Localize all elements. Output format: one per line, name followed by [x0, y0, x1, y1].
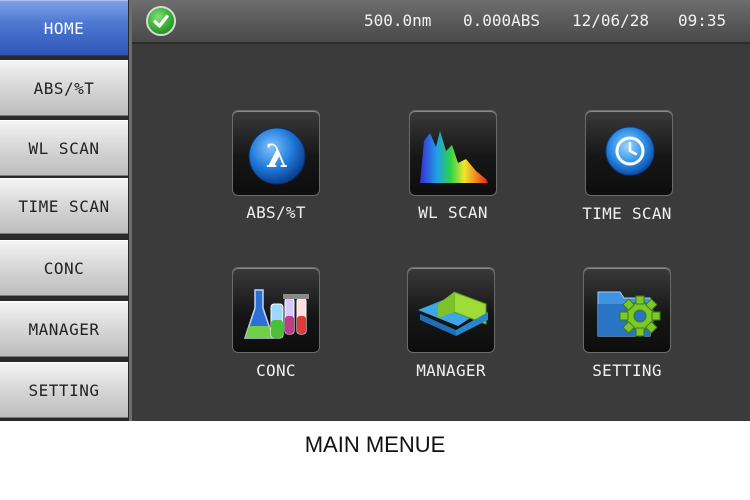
- sidebar-item-conc[interactable]: CONC: [0, 240, 128, 296]
- manager-button[interactable]: [407, 267, 495, 353]
- sidebar-item-abs-t[interactable]: ABS/%T: [0, 60, 128, 116]
- absorbance-readout: 0.000ABS: [463, 11, 541, 30]
- sidebar-item-label: TIME SCAN: [18, 196, 110, 216]
- tile-label-wl-scan: WL SCAN: [418, 203, 488, 222]
- wavelength-readout: 500.0nm: [364, 11, 432, 30]
- sidebar: HOME ABS/%T WL SCAN TIME SCAN CONC MANAG…: [0, 0, 132, 421]
- figure-caption: MAIN MENUE: [304, 432, 446, 457]
- sidebar-item-wl-scan[interactable]: WL SCAN: [0, 120, 128, 176]
- status-bar: 500.0nm 0.000ABS 12/06/28 09:35: [132, 0, 750, 44]
- time-readout: 09:35: [678, 11, 727, 30]
- spectrum-icon: [420, 131, 488, 183]
- abs-t-button[interactable]: λ: [232, 110, 320, 196]
- setting-button[interactable]: [583, 267, 671, 353]
- instrument-screen: HOME ABS/%T WL SCAN TIME SCAN CONC MANAG…: [0, 0, 750, 421]
- sidebar-item-time-scan[interactable]: TIME SCAN: [0, 178, 128, 234]
- sidebar-item-manager[interactable]: MANAGER: [0, 301, 128, 357]
- sidebar-item-home[interactable]: HOME: [0, 0, 128, 56]
- conc-button[interactable]: [232, 267, 320, 353]
- tile-label-setting: SETTING: [592, 361, 662, 380]
- sidebar-item-label: CONC: [43, 258, 85, 278]
- clock-icon: [605, 126, 655, 176]
- time-scan-button[interactable]: [585, 110, 673, 196]
- tile-label-time-scan: TIME SCAN: [582, 204, 672, 223]
- lambda-icon: λ: [248, 127, 306, 185]
- gear-folder-icon: [597, 291, 661, 337]
- tile-label-conc: CONC: [256, 361, 296, 380]
- flasks-icon: [243, 289, 309, 339]
- tile-label-abs-t: ABS/%T: [246, 203, 306, 222]
- sidebar-item-setting[interactable]: SETTING: [0, 362, 128, 418]
- check-circle-icon: [146, 6, 176, 36]
- sidebar-item-label: WL SCAN: [28, 138, 100, 158]
- wl-scan-button[interactable]: [409, 110, 497, 196]
- folder-icon: [418, 291, 488, 336]
- svg-text:λ: λ: [266, 137, 288, 175]
- tile-label-manager: MANAGER: [416, 361, 486, 380]
- sidebar-item-label: SETTING: [28, 380, 100, 400]
- sidebar-item-label: ABS/%T: [33, 78, 95, 98]
- date-readout: 12/06/28: [572, 11, 650, 30]
- sidebar-item-label: HOME: [43, 18, 85, 38]
- sidebar-item-label: MANAGER: [28, 319, 100, 339]
